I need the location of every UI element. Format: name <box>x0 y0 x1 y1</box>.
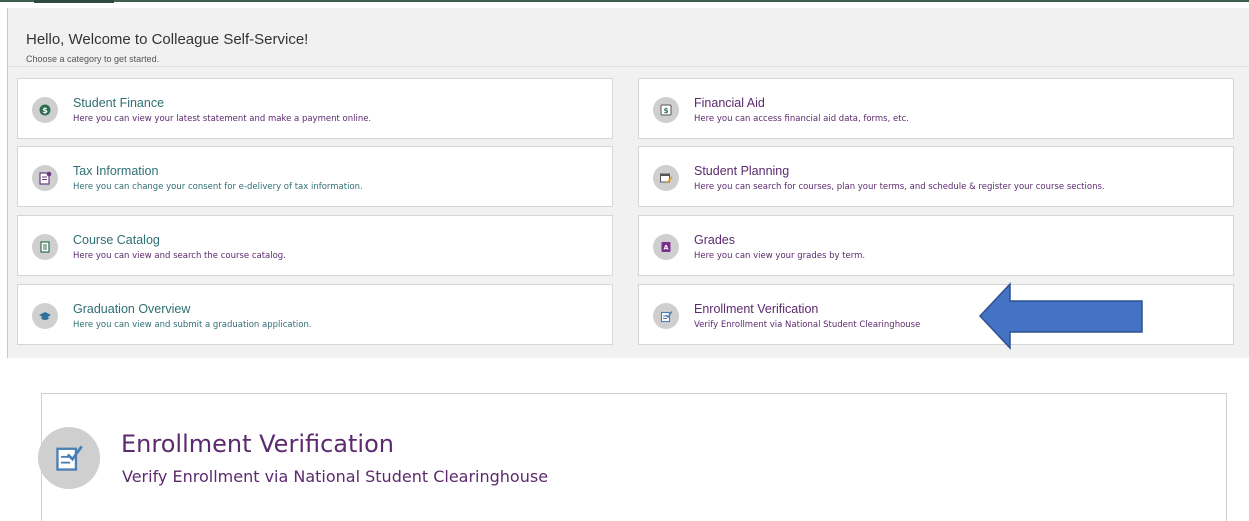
svg-text:$: $ <box>664 107 669 115</box>
top-nav-tab <box>34 0 114 3</box>
zoom-title: Enrollment Verification <box>121 430 394 458</box>
tile-title: Grades <box>694 233 735 247</box>
zoom-description: Verify Enrollment via National Student C… <box>122 467 549 486</box>
grade-report-icon: A <box>653 234 679 260</box>
money-bill-icon: $ <box>653 97 679 123</box>
tile-title: Student Planning <box>694 164 790 178</box>
page-subtitle: Choose a category to get started. <box>26 54 160 64</box>
tile-financial-aid[interactable]: $ Financial Aid Here you can access fina… <box>638 78 1234 139</box>
verification-form-icon <box>38 427 100 489</box>
tile-tax-information[interactable]: Tax Information Here you can change your… <box>17 146 613 207</box>
enrollment-verification-zoomed-card[interactable]: Enrollment Verification Verify Enrollmen… <box>38 393 1227 521</box>
tile-student-planning[interactable]: Student Planning Here you can search for… <box>638 146 1234 207</box>
tile-description: Verify Enrollment via National Student C… <box>694 320 921 330</box>
dollar-coin-icon: $ <box>32 97 58 123</box>
header-divider <box>8 66 1249 67</box>
tile-description: Here you can change your consent for e-d… <box>73 182 363 192</box>
tile-title: Graduation Overview <box>73 302 191 316</box>
tax-form-icon <box>32 165 58 191</box>
verification-form-icon <box>653 303 679 329</box>
tile-description: Here you can view your grades by term. <box>694 251 866 261</box>
left-arrow-icon <box>978 282 1143 350</box>
tile-grades[interactable]: A Grades Here you can view your grades b… <box>638 215 1234 276</box>
tile-title: Financial Aid <box>694 96 765 110</box>
tile-title: Tax Information <box>73 164 159 178</box>
tile-description: Here you can view and submit a graduatio… <box>73 320 312 330</box>
svg-text:$: $ <box>42 106 48 115</box>
page-title: Hello, Welcome to Colleague Self-Service… <box>26 31 309 48</box>
tile-description: Here you can view and search the course … <box>73 251 286 261</box>
catalog-book-icon <box>32 234 58 260</box>
tile-course-catalog[interactable]: Course Catalog Here you can view and sea… <box>17 215 613 276</box>
tile-description: Here you can search for courses, plan yo… <box>694 182 1105 192</box>
tile-description: Here you can access financial aid data, … <box>694 114 909 124</box>
calendar-pencil-icon <box>653 165 679 191</box>
svg-text:A: A <box>663 244 668 252</box>
top-accent-bar <box>0 0 1249 2</box>
tile-student-finance[interactable]: $ Student Finance Here you can view your… <box>17 78 613 139</box>
graduation-cap-icon <box>32 303 58 329</box>
tile-title: Course Catalog <box>73 233 160 247</box>
tile-graduation-overview[interactable]: Graduation Overview Here you can view an… <box>17 284 613 345</box>
tile-description: Here you can view your latest statement … <box>73 114 372 124</box>
tile-title: Student Finance <box>73 96 165 110</box>
tile-title: Enrollment Verification <box>694 302 819 316</box>
